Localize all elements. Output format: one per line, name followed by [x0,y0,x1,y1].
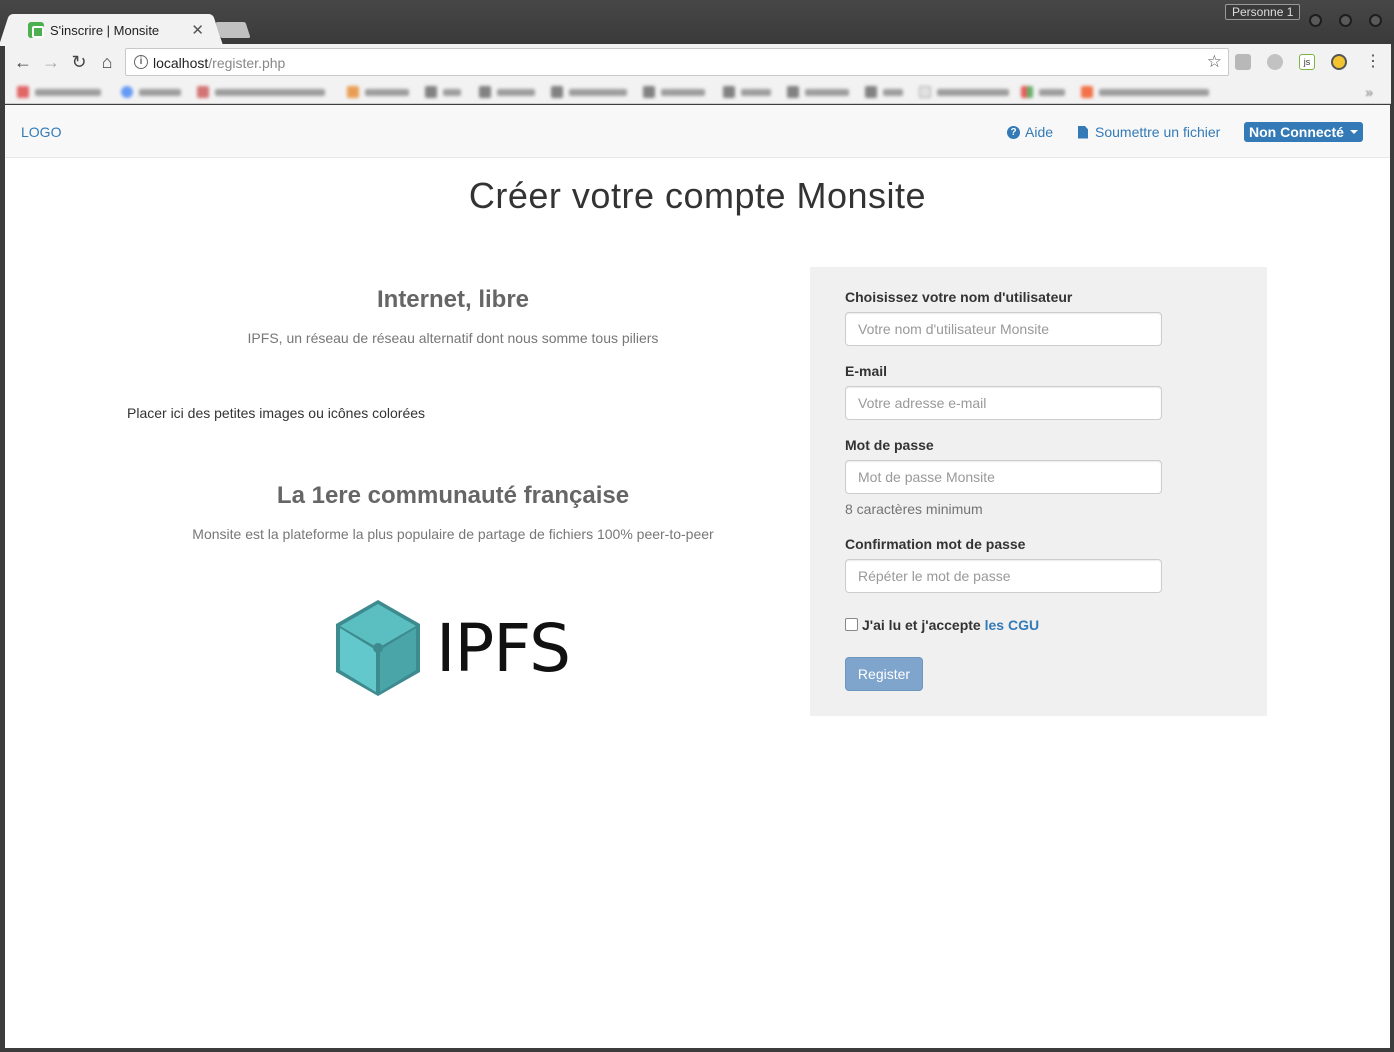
reload-icon[interactable]: ↻ [69,52,89,72]
submit-file-label: Soumettre un fichier [1095,124,1221,140]
close-window-button[interactable] [1369,14,1382,27]
address-url: localhost/register.php [153,55,286,71]
feature-text: Monsite est la plateforme la plus popula… [192,526,714,542]
submit-file-link[interactable]: Soumettre un fichier [1078,124,1220,140]
site-favicon-icon [28,22,44,38]
register-button[interactable]: Register [845,657,923,691]
bookmark-folder[interactable] [787,86,849,98]
feature-heading: La 1ere communauté française [276,482,630,509]
ipfs-logo: IPFS [334,598,571,698]
tab-title: S'inscrire | Monsite [50,22,160,38]
password-input[interactable] [845,460,1162,494]
back-arrow-icon[interactable]: ← [13,52,33,72]
home-icon[interactable]: ⌂ [97,52,117,72]
account-dropdown-label: Non Connecté [1249,124,1344,140]
bookmark-folder[interactable] [479,86,535,98]
forward-arrow-icon[interactable]: → [41,52,61,72]
password-help-text: 8 caractères minimum [845,501,983,517]
bookmark-star-icon[interactable]: ☆ [1207,52,1222,72]
browser-tab[interactable]: S'inscrire | Monsite ✕ [12,14,210,46]
bookmark-item[interactable] [347,86,409,98]
new-tab-button[interactable] [215,22,251,38]
bookmark-item[interactable] [197,86,325,98]
question-circle-icon: ? [1007,125,1020,139]
minimize-window-button[interactable] [1309,14,1322,27]
terms-checkbox[interactable] [845,618,858,631]
page-title: Créer votre compte Monsite [468,175,927,216]
bookmark-item[interactable] [1081,86,1209,98]
title-bar: S'inscrire | Monsite ✕ Personne 1 [0,0,1394,46]
feature-heading: Internet, libre [376,286,530,313]
terms-link[interactable]: les CGU [985,617,1039,633]
bookmarks-bar: » [5,80,1391,104]
bookmark-item[interactable] [919,86,1009,98]
help-link[interactable]: ? Aide [1007,124,1053,140]
terms-label: J'ai lu et j'accepte les CGU [862,617,1039,633]
bookmark-folder[interactable] [643,86,705,98]
terms-label-text: J'ai lu et j'accepte [862,617,981,633]
profile-button[interactable]: Personne 1 [1225,4,1301,20]
registration-form: Choisissez votre nom d'utilisateur E-mai… [810,267,1267,716]
username-label: Choisissez votre nom d'utilisateur [845,289,1073,305]
bookmark-item[interactable] [17,86,101,98]
bookmark-folder[interactable] [425,86,461,98]
ipfs-cube-icon [336,600,420,696]
feature-text: IPFS, un réseau de réseau alternatif don… [247,330,659,346]
extension-duck-icon[interactable] [1267,54,1283,70]
site-info-icon[interactable]: i [134,55,148,69]
extension-js-icon[interactable]: js [1299,54,1315,70]
extension-chart-icon[interactable] [1235,54,1251,70]
browser-toolbar: ← → ↻ ⌂ i localhost/register.php ☆ js ⋮ [5,44,1391,80]
bookmarks-overflow-icon[interactable]: » [1365,84,1373,100]
site-navbar: LOGO ? Aide Soumettre un fichier Non Con… [5,105,1390,158]
menu-dots-icon[interactable]: ⋮ [1363,52,1383,72]
bookmark-item[interactable] [1021,86,1065,98]
ipfs-logo-text: IPFS [436,609,571,687]
account-dropdown-button[interactable]: Non Connecté [1244,122,1363,142]
caret-down-icon [1349,130,1358,134]
icons-placeholder-text: Placer ici des petites images ou icônes … [127,405,426,421]
email-label: E-mail [845,363,888,379]
address-bar[interactable]: i localhost/register.php ☆ [125,48,1229,76]
bookmark-folder[interactable] [865,86,903,98]
bookmark-item[interactable] [121,86,181,98]
site-logo-link[interactable]: LOGO [21,124,61,140]
browser-window: S'inscrire | Monsite ✕ Personne 1 ← → ↻ … [0,0,1394,1052]
bookmark-folder[interactable] [551,86,627,98]
file-icon [1078,125,1088,139]
username-input[interactable] [845,312,1162,346]
help-link-label: Aide [1025,124,1054,140]
confirm-password-input[interactable] [845,559,1162,593]
bookmark-folder[interactable] [723,86,771,98]
password-label: Mot de passe [845,437,934,453]
maximize-window-button[interactable] [1339,14,1352,27]
page-viewport: LOGO ? Aide Soumettre un fichier Non Con… [5,105,1390,1048]
email-input[interactable] [845,386,1162,420]
confirm-password-label: Confirmation mot de passe [845,536,1026,552]
tab-close-icon[interactable]: ✕ [191,21,204,39]
extension-coin-icon[interactable] [1331,54,1347,70]
